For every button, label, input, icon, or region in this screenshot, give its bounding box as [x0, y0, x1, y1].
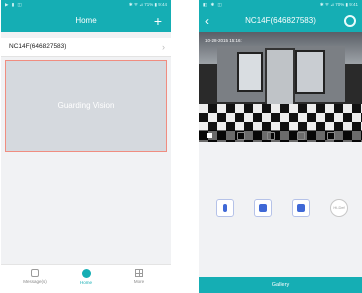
home-icon: [81, 269, 91, 278]
status-left: ▶ ▮ ◫: [5, 2, 23, 7]
device-title: NC14F(646827583): [245, 16, 316, 25]
status-bar: ▶ ▮ ◫ ✱ ᯤ ⊿ 71% ▮ 9:44: [1, 0, 171, 10]
sound-icon[interactable]: [237, 132, 245, 140]
video-preview[interactable]: Guarding Vision: [5, 60, 167, 152]
device-name: NC14F(646827583): [9, 43, 67, 50]
record-icon: [259, 204, 267, 212]
nav-bar: ‹ NC14F(646827583): [199, 10, 362, 32]
device-row[interactable]: NC14F(646827583) ›: [1, 38, 171, 57]
video-preview-label: Guarding Vision: [57, 101, 115, 110]
tab-messages-label: Message(s): [23, 279, 47, 284]
gallery-button[interactable]: Gallery: [199, 277, 362, 293]
hi-def-button[interactable]: Hi-Def: [330, 199, 348, 217]
status-right: ✱ ᯤ ⊿ 71% ▮ 9:44: [128, 2, 167, 7]
tab-more-label: More: [133, 279, 145, 284]
more-icon: [135, 269, 143, 277]
nav-bar: Home +: [1, 10, 171, 32]
page-title: Home: [75, 16, 97, 25]
live-view-screen: ◧ ✱ ◫ ✱ ᯤ ⊿ 70% ▮ 9:41 ‹ NC14F(646827583…: [199, 0, 362, 293]
screenshot-icon[interactable]: [297, 132, 305, 140]
video-controls: [199, 130, 362, 142]
tab-messages[interactable]: Message(s): [15, 269, 55, 284]
action-row: Hi-Def: [199, 196, 362, 220]
tab-home[interactable]: Home: [66, 269, 106, 285]
status-bar: ◧ ✱ ◫ ✱ ᯤ ⊿ 70% ▮ 9:41: [199, 0, 362, 10]
video-camera-icon: [297, 204, 305, 212]
camera-button[interactable]: [292, 199, 310, 217]
microphone-icon: [223, 204, 227, 212]
tab-home-label: Home: [79, 280, 92, 285]
video-timestamp: 10-28-2015 15:16:: [205, 38, 242, 43]
tab-more[interactable]: More: [119, 269, 159, 284]
stop-icon[interactable]: [207, 133, 212, 138]
status-right: ✱ ᯤ ⊿ 70% ▮ 9:41: [319, 2, 358, 7]
mic-button[interactable]: [216, 199, 234, 217]
message-icon: [31, 269, 39, 277]
chevron-right-icon: ›: [162, 42, 165, 52]
video-window-right: [295, 50, 325, 94]
home-screen: ▶ ▮ ◫ ✱ ᯤ ⊿ 71% ▮ 9:44 Home + NC14F(6468…: [1, 0, 171, 293]
zoom-icon[interactable]: [327, 132, 335, 140]
plus-icon[interactable]: +: [150, 12, 166, 30]
live-video[interactable]: 10-28-2015 15:16:: [199, 32, 362, 142]
quality-icon[interactable]: [267, 132, 275, 140]
status-left: ◧ ✱ ◫: [203, 2, 223, 7]
settings-icon[interactable]: [344, 15, 356, 27]
video-window-left: [237, 52, 263, 92]
video-tower: [265, 48, 295, 110]
record-button[interactable]: [254, 199, 272, 217]
tab-bar: Message(s) Home More: [1, 264, 171, 293]
